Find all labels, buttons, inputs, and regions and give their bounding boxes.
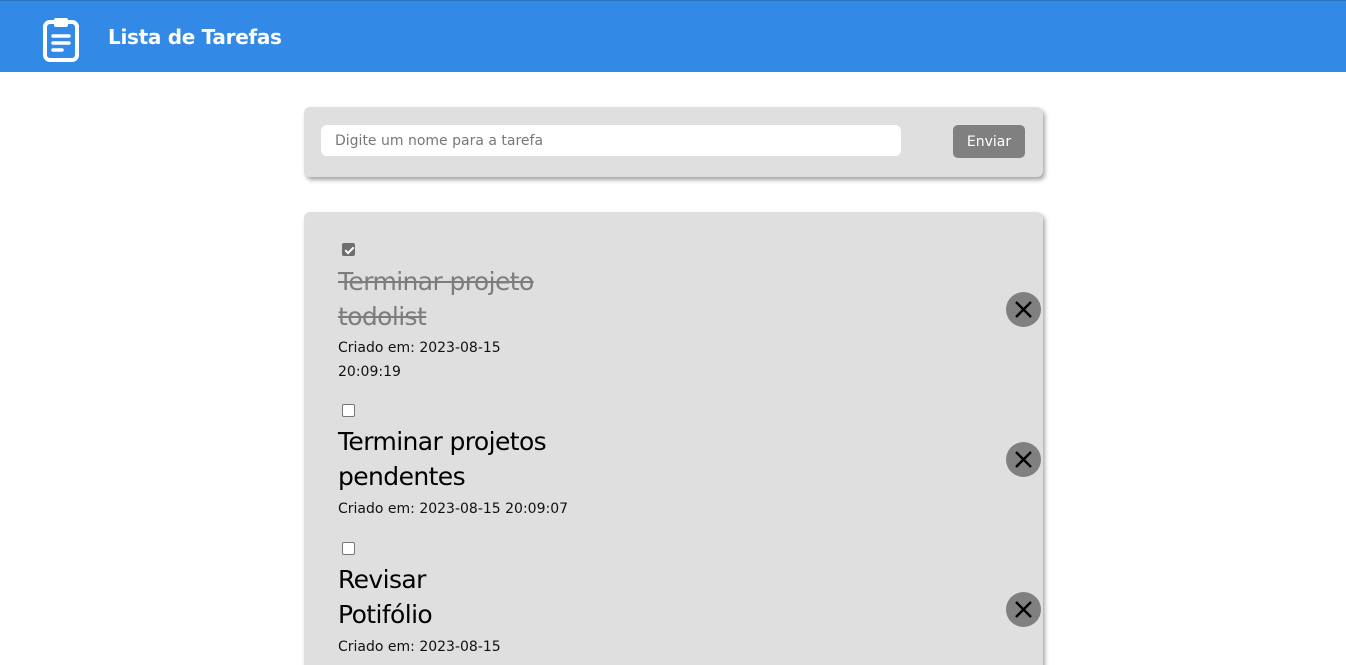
delete-task-button[interactable] — [1006, 292, 1041, 327]
task-item: Revisar Potifólio Criado em: 2023-08-15 — [338, 542, 1041, 665]
task-item: Terminar projeto todolist Criado em: 202… — [338, 242, 1041, 392]
task-list: Terminar projeto todolist Criado em: 202… — [304, 212, 1043, 665]
close-icon — [1015, 301, 1032, 318]
task-created-at: Criado em: 2023-08-15 20:09:19 — [338, 336, 501, 384]
clipboard-icon — [43, 18, 79, 62]
task-checkbox[interactable] — [342, 542, 355, 555]
close-icon — [1015, 601, 1032, 618]
task-title: Terminar projetos pendentes — [338, 424, 578, 494]
close-icon — [1015, 451, 1032, 468]
new-task-form: Enviar — [304, 107, 1043, 177]
task-checkbox[interactable] — [342, 404, 355, 417]
task-title: Revisar Potifólio — [338, 562, 578, 632]
task-title-line: Potifólio — [338, 600, 433, 629]
task-title-line: Terminar projetos — [338, 427, 547, 456]
send-button[interactable]: Enviar — [953, 125, 1025, 158]
delete-task-button[interactable] — [1006, 442, 1041, 477]
task-created-line: Criado em: 2023-08-15 — [338, 340, 501, 356]
page-title: Lista de Tarefas — [108, 25, 282, 49]
task-item: Terminar projetos pendentes Criado em: 2… — [338, 404, 1041, 524]
task-created-line: 20:09:19 — [338, 364, 401, 380]
task-name-input[interactable] — [321, 125, 901, 156]
delete-task-button[interactable] — [1006, 592, 1041, 627]
task-created-at: Criado em: 2023-08-15 20:09:07 — [338, 497, 568, 521]
task-title-line: Terminar projeto — [338, 267, 534, 296]
task-title-line: pendentes — [338, 462, 466, 491]
task-created-line: Criado em: 2023-08-15 20:09:07 — [338, 501, 569, 517]
task-checkbox[interactable] — [342, 243, 355, 256]
task-title-line: todolist — [338, 302, 427, 331]
task-title: Terminar projeto todolist — [338, 264, 578, 334]
task-created-at: Criado em: 2023-08-15 — [338, 635, 501, 659]
task-created-line: Criado em: 2023-08-15 — [338, 639, 501, 655]
app-header: Lista de Tarefas — [0, 0, 1346, 72]
task-title-line: Revisar — [338, 565, 426, 594]
